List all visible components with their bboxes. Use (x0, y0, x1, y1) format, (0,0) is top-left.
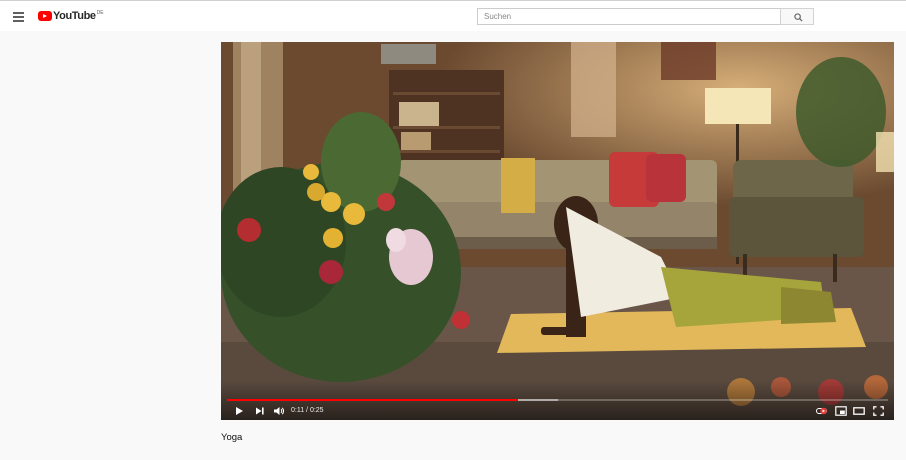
magnifier-icon (794, 13, 803, 22)
play-icon (236, 407, 243, 415)
volume-icon (274, 407, 285, 415)
search-button[interactable] (780, 8, 814, 25)
video-player[interactable]: 0:11 / 0:25 (221, 42, 894, 420)
progress-bar[interactable] (227, 399, 888, 401)
search-input[interactable] (477, 8, 781, 25)
progress-played (227, 399, 518, 401)
next-icon (256, 407, 264, 415)
masthead: YouTube DE (0, 0, 906, 31)
youtube-logo[interactable]: YouTube DE (38, 10, 104, 24)
logo-region-code: DE (96, 10, 104, 16)
miniplayer-button[interactable] (834, 404, 848, 418)
time-display: 0:11 / 0:25 (291, 407, 324, 414)
hamburger-menu-icon[interactable] (11, 10, 27, 24)
theater-mode-button[interactable] (852, 404, 866, 418)
next-button[interactable] (254, 404, 266, 418)
logo-text: YouTube (53, 10, 96, 22)
play-button[interactable] (233, 404, 245, 418)
theater-mode-icon (853, 407, 865, 415)
volume-button[interactable] (273, 404, 286, 418)
video-frame (221, 42, 894, 420)
autoplay-toggle-icon (816, 407, 827, 415)
autoplay-toggle[interactable] (815, 404, 829, 418)
miniplayer-icon (835, 406, 847, 416)
youtube-play-logo-icon (38, 11, 52, 21)
fullscreen-button[interactable] (871, 404, 885, 418)
video-title: Yoga (221, 432, 243, 443)
fullscreen-icon (872, 406, 884, 416)
